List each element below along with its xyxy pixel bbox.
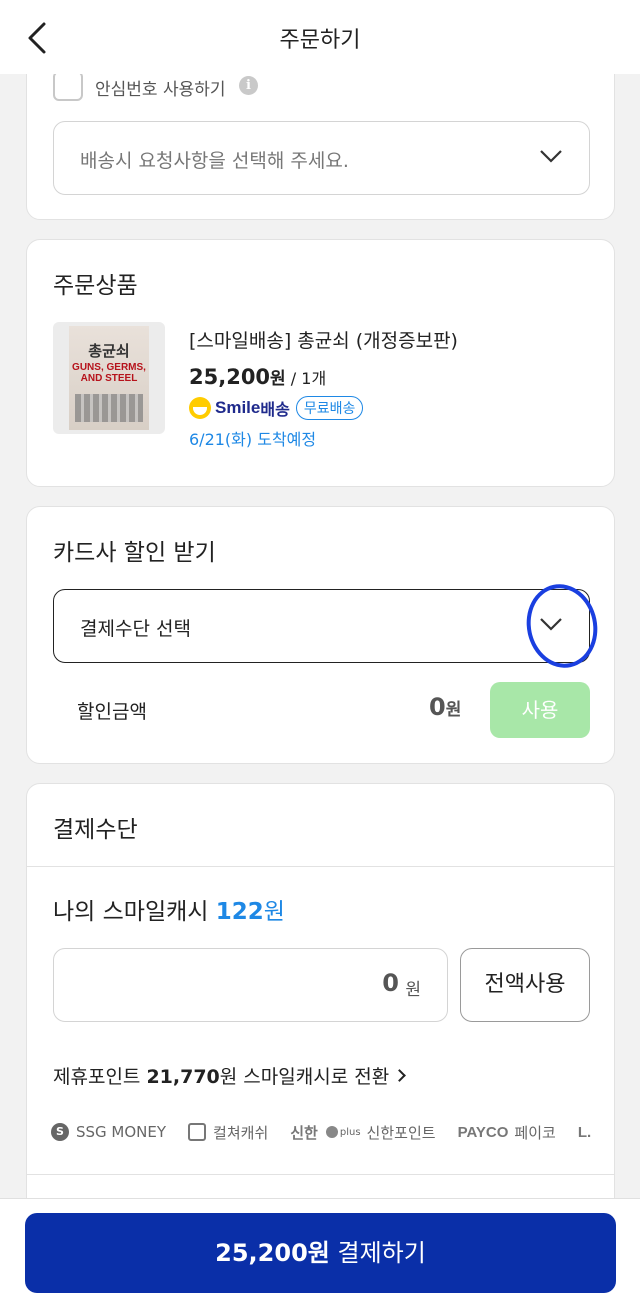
- product-quantity: / 1개: [290, 369, 327, 388]
- smile-logo-icon: [189, 397, 211, 419]
- pay-label: 결제하기: [337, 1239, 426, 1267]
- chevron-down-icon: [540, 150, 562, 163]
- smile-cash-unit: 원: [263, 899, 285, 925]
- shinhan-plus-icon: [325, 1126, 338, 1138]
- discount-amount: 0원: [429, 693, 461, 721]
- smile-cash-input-value: 0: [382, 969, 399, 997]
- use-discount-button[interactable]: 사용: [490, 682, 590, 738]
- partner-points-list: S SSG MONEY 컬쳐캐쉬 신한 plus 신한포인트 PAYCO 페이코 …: [51, 1120, 592, 1144]
- payco-brand: PAYCO: [457, 1123, 509, 1141]
- card-discount-card: 카드사 할인 받기 결제수단 선택 할인금액 0원 사용: [26, 506, 615, 764]
- smile-delivery-label: 배송: [260, 400, 290, 419]
- arrival-date: 6/21(화) 도착예정: [189, 430, 317, 449]
- delivery-request-select[interactable]: 배송시 요청사항을 선택해 주세요.: [53, 121, 590, 195]
- chevron-right-icon: [393, 1069, 407, 1082]
- partner-culture-label: 컬쳐캐쉬: [213, 1123, 269, 1142]
- safe-number-label[interactable]: 안심번호 사용하기: [95, 75, 226, 100]
- book-cover-english: GUNS, GERMS, AND STEEL: [72, 362, 146, 384]
- product-price-line: 25,200원 / 1개: [189, 364, 326, 389]
- bottom-pay-bar: 25,200원 결제하기: [0, 1198, 640, 1303]
- product-thumbnail[interactable]: 총균쇠 GUNS, GERMS, AND STEEL: [53, 322, 165, 434]
- partner-payco-label: 페이코: [514, 1123, 556, 1142]
- points-prefix: 제휴포인트: [53, 1066, 141, 1088]
- partner-shinhan-point[interactable]: 신한 plus 신한포인트: [290, 1122, 435, 1143]
- shinhan-brand: 신한: [290, 1124, 318, 1142]
- partner-culture-cash[interactable]: 컬쳐캐쉬: [188, 1122, 268, 1143]
- payment-method-card: 결제수단 나의 스마일캐시 122원 0 원 전액사용 제휴포인트 21,770…: [26, 783, 615, 1243]
- smile-cash-label: 나의 스마일캐시: [53, 899, 209, 925]
- payment-method-select[interactable]: 결제수단 선택: [53, 589, 590, 663]
- discount-amount-label: 할인금액: [77, 701, 147, 723]
- ssg-money-icon: S: [51, 1123, 69, 1141]
- partner-payco[interactable]: PAYCO 페이코: [458, 1122, 556, 1143]
- info-icon[interactable]: i: [239, 76, 258, 95]
- smile-cash-input-unit: 원: [405, 980, 421, 1000]
- book-cover-image: 총균쇠 GUNS, GERMS, AND STEEL: [69, 326, 149, 430]
- partner-points-convert-link[interactable]: 제휴포인트 21,770원 스마일캐시로 전환: [53, 1062, 407, 1089]
- smile-delivery-row: Smile 배송 무료배송: [189, 396, 364, 420]
- delivery-request-placeholder: 배송시 요청사항을 선택해 주세요.: [80, 150, 349, 172]
- partner-ssg-money[interactable]: S SSG MONEY: [51, 1123, 166, 1141]
- section-divider: [27, 866, 614, 867]
- book-cover-photos: [75, 394, 143, 422]
- l-point-brand: L.I: [577, 1123, 592, 1141]
- smile-cash-title: 나의 스마일캐시 122원: [53, 892, 285, 926]
- payment-method-title: 결제수단: [53, 817, 138, 843]
- points-value: 21,770: [146, 1066, 220, 1088]
- smile-cash-balance: 122: [215, 899, 264, 925]
- top-header: 주문하기: [0, 0, 640, 74]
- discount-amount-value: 0: [429, 693, 446, 721]
- book-cover-title: 총균쇠: [88, 342, 130, 360]
- payment-method-select-label: 결제수단 선택: [80, 618, 191, 640]
- use-all-button[interactable]: 전액사용: [460, 948, 590, 1022]
- smile-cash-input[interactable]: 0 원: [53, 948, 448, 1022]
- culture-cash-icon: [188, 1123, 207, 1141]
- product-name[interactable]: [스마일배송] 총균쇠 (개정증보판): [189, 326, 458, 353]
- product-price: 25,200: [189, 365, 271, 389]
- smile-word: Smile: [215, 398, 261, 417]
- partner-l-point[interactable]: L.I: [578, 1124, 592, 1141]
- card-discount-title: 카드사 할인 받기: [53, 540, 216, 566]
- discount-amount-unit: 원: [445, 700, 462, 720]
- section-divider: [27, 1174, 614, 1175]
- partner-ssg-label: SSG MONEY: [76, 1123, 167, 1141]
- pay-amount: 25,200원: [215, 1239, 330, 1267]
- product-price-unit: 원: [270, 369, 286, 389]
- free-shipping-badge: 무료배송: [295, 396, 364, 420]
- partner-shinhan-label: 신한포인트: [366, 1123, 436, 1142]
- shinhan-plus-word: plus: [339, 1126, 361, 1138]
- order-product-card: 주문상품 총균쇠 GUNS, GERMS, AND STEEL [스마일배송] …: [26, 239, 615, 487]
- page-title: 주문하기: [279, 28, 361, 53]
- pay-button[interactable]: 25,200원 결제하기: [25, 1213, 616, 1293]
- points-suffix: 원 스마일캐시로 전환: [219, 1066, 390, 1088]
- safe-number-checkbox[interactable]: [53, 71, 83, 101]
- order-product-title: 주문상품: [53, 273, 138, 299]
